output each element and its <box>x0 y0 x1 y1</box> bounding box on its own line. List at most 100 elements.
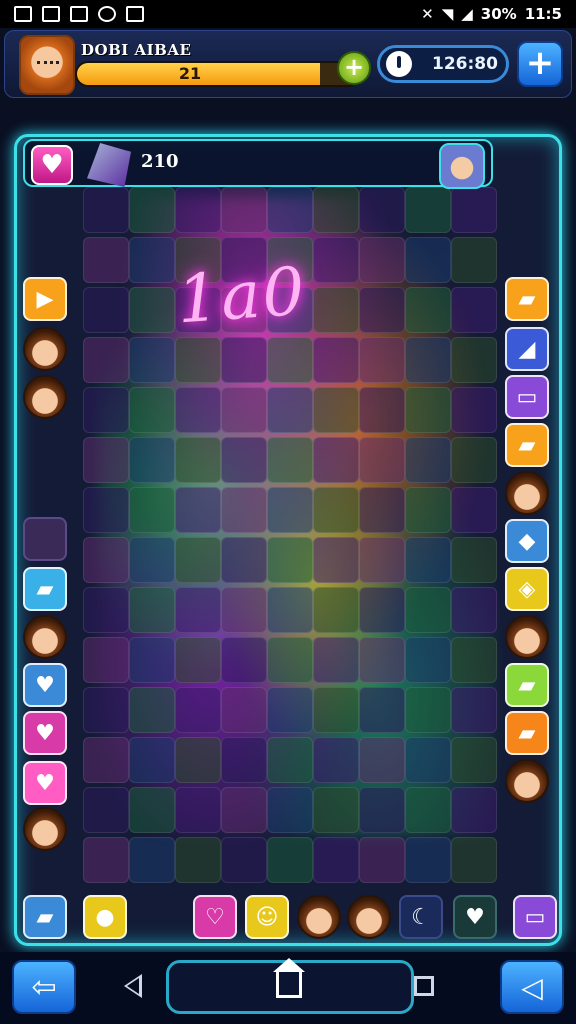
avatar[interactable] <box>347 895 391 939</box>
puzzle-piece[interactable] <box>451 287 497 333</box>
puzzle-piece[interactable] <box>451 537 497 583</box>
system-back-icon[interactable] <box>124 974 142 998</box>
puzzle-piece[interactable] <box>221 537 267 583</box>
puzzle-piece[interactable] <box>83 237 129 283</box>
puzzle-piece[interactable] <box>83 587 129 633</box>
avatar[interactable] <box>23 615 67 659</box>
orange-gem-icon[interactable]: ▰ <box>505 711 549 755</box>
puzzle-piece[interactable] <box>221 187 267 233</box>
puzzle-piece[interactable] <box>405 587 451 633</box>
puzzle-piece[interactable] <box>451 837 497 883</box>
puzzle-piece[interactable] <box>129 837 175 883</box>
puzzle-piece[interactable] <box>267 687 313 733</box>
heart-button[interactable]: ♥ <box>31 145 73 185</box>
puzzle-piece[interactable] <box>359 637 405 683</box>
puzzle-piece[interactable] <box>405 337 451 383</box>
puzzle-piece[interactable] <box>267 537 313 583</box>
puzzle-piece[interactable] <box>83 387 129 433</box>
puzzle-piece[interactable] <box>83 187 129 233</box>
avatar[interactable] <box>23 807 67 851</box>
puzzle-piece[interactable] <box>129 587 175 633</box>
puzzle-piece[interactable] <box>129 737 175 783</box>
puzzle-piece[interactable] <box>359 487 405 533</box>
puzzle-piece[interactable] <box>359 687 405 733</box>
puzzle-piece[interactable] <box>83 287 129 333</box>
puzzle-piece[interactable] <box>359 787 405 833</box>
puzzle-piece[interactable] <box>359 237 405 283</box>
puzzle-piece[interactable] <box>313 337 359 383</box>
puzzle-piece[interactable] <box>129 787 175 833</box>
puzzle-piece[interactable] <box>129 537 175 583</box>
green-gem-icon[interactable]: ◈ <box>505 567 549 611</box>
puzzle-piece[interactable] <box>221 837 267 883</box>
puzzle-piece[interactable] <box>405 187 451 233</box>
puzzle-piece[interactable] <box>129 187 175 233</box>
puzzle-piece[interactable] <box>359 337 405 383</box>
heart-icon[interactable]: ♥ <box>23 761 67 805</box>
puzzle-piece[interactable] <box>175 387 221 433</box>
puzzle-piece[interactable] <box>405 737 451 783</box>
puzzle-piece[interactable] <box>359 287 405 333</box>
puzzle-piece[interactable] <box>405 837 451 883</box>
puzzle-piece[interactable] <box>175 437 221 483</box>
puzzle-piece[interactable] <box>267 437 313 483</box>
puzzle-piece[interactable] <box>313 487 359 533</box>
character-piece-icon[interactable]: ☺ <box>245 895 289 939</box>
heart-icon[interactable]: ♥ <box>23 663 67 707</box>
puzzle-piece[interactable] <box>451 737 497 783</box>
puzzle-piece[interactable] <box>405 487 451 533</box>
avatar[interactable] <box>297 895 341 939</box>
puzzle-piece[interactable] <box>175 837 221 883</box>
plus-coin-button[interactable]: + <box>337 51 371 85</box>
blue-triangle-icon[interactable]: ◢ <box>505 327 549 371</box>
puzzle-piece[interactable] <box>405 787 451 833</box>
player-avatar[interactable] <box>19 35 75 95</box>
blue-gem-icon[interactable]: ▰ <box>23 895 67 939</box>
green-gem-icon[interactable]: ▰ <box>23 567 67 611</box>
puzzle-piece[interactable] <box>83 837 129 883</box>
green-gem-icon[interactable]: ▰ <box>505 663 549 707</box>
puzzle-piece[interactable] <box>451 587 497 633</box>
puzzle-piece[interactable] <box>451 237 497 283</box>
puzzle-piece[interactable] <box>221 787 267 833</box>
puzzle-piece[interactable] <box>267 387 313 433</box>
puzzle-piece[interactable] <box>221 387 267 433</box>
puzzle-piece[interactable] <box>267 187 313 233</box>
avatar[interactable] <box>505 615 549 659</box>
puzzle-piece[interactable] <box>83 787 129 833</box>
puzzle-piece[interactable] <box>451 437 497 483</box>
puzzle-piece[interactable] <box>129 637 175 683</box>
blue-diamond-icon[interactable]: ◆ <box>505 519 549 563</box>
puzzle-piece[interactable] <box>175 487 221 533</box>
puzzle-piece[interactable] <box>405 687 451 733</box>
opponent-avatar[interactable] <box>439 143 485 189</box>
puzzle-piece[interactable] <box>129 237 175 283</box>
puzzle-piece[interactable] <box>267 487 313 533</box>
puzzle-piece[interactable] <box>405 287 451 333</box>
puzzle-piece[interactable] <box>129 687 175 733</box>
puzzle-piece[interactable] <box>83 337 129 383</box>
puzzle-piece[interactable] <box>313 437 359 483</box>
puzzle-piece[interactable] <box>129 487 175 533</box>
puzzle-piece[interactable] <box>405 537 451 583</box>
puzzle-piece[interactable] <box>451 487 497 533</box>
puzzle-piece[interactable] <box>359 587 405 633</box>
puzzle-piece[interactable] <box>175 337 221 383</box>
puzzle-piece[interactable] <box>313 737 359 783</box>
puzzle-piece[interactable] <box>359 387 405 433</box>
empty-slot[interactable] <box>23 517 67 561</box>
puzzle-piece[interactable] <box>221 737 267 783</box>
puzzle-piece[interactable] <box>359 737 405 783</box>
add-button[interactable]: + <box>517 41 563 87</box>
avatar[interactable] <box>505 471 549 515</box>
puzzle-piece[interactable] <box>405 437 451 483</box>
puzzle-piece[interactable] <box>129 337 175 383</box>
play-back-button[interactable]: ◁ <box>500 960 564 1014</box>
puzzle-piece[interactable] <box>313 587 359 633</box>
puzzle-piece[interactable] <box>129 437 175 483</box>
puzzle-piece[interactable] <box>451 387 497 433</box>
puzzle-piece[interactable] <box>267 787 313 833</box>
green-gem-icon[interactable]: ▰ <box>505 277 549 321</box>
puzzle-piece[interactable] <box>451 187 497 233</box>
puzzle-piece[interactable] <box>175 187 221 233</box>
